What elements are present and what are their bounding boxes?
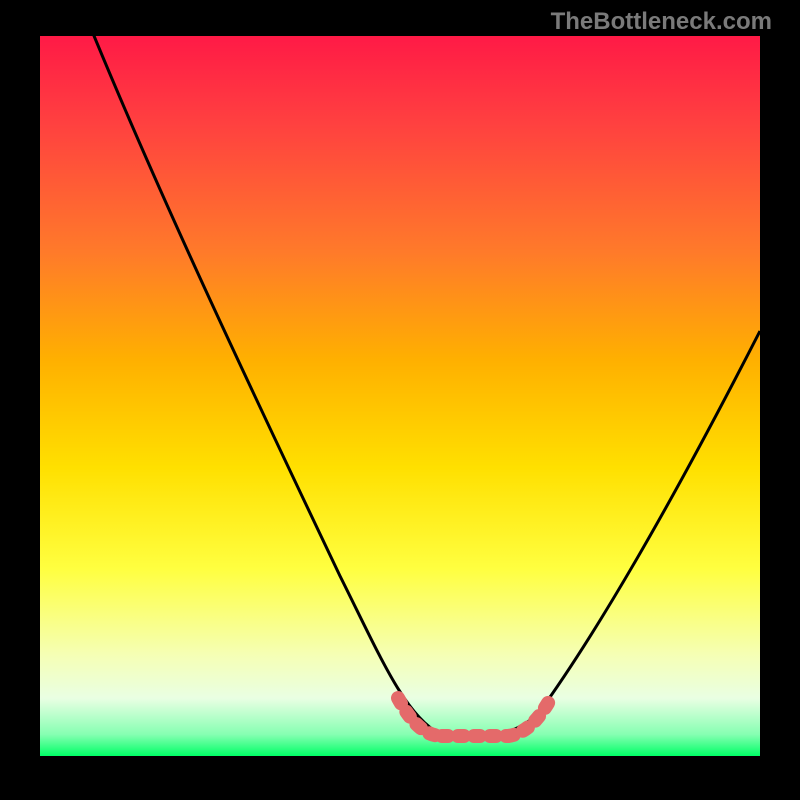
watermark-text: TheBottleneck.com (551, 8, 772, 36)
bottleneck-curve-path (92, 36, 760, 738)
chart-plot-area (40, 36, 760, 756)
bottleneck-curve-svg (40, 36, 760, 756)
optimal-band-right (508, 696, 552, 736)
